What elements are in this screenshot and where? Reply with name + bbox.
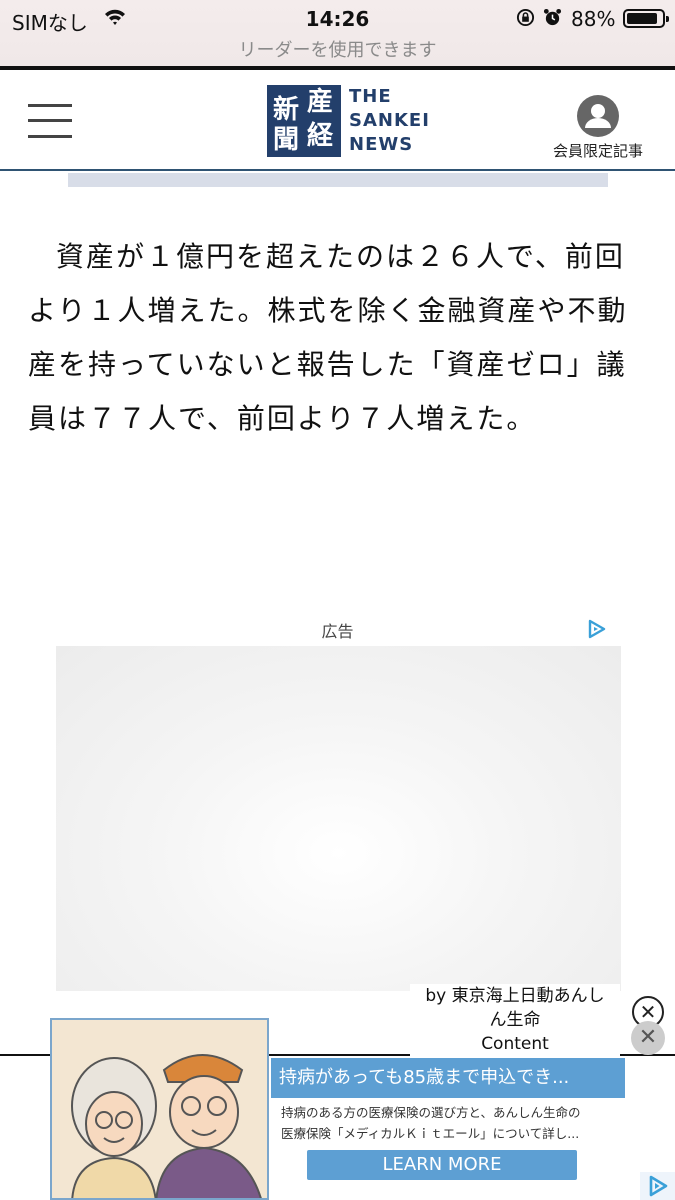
member-only-label: 会員限定記事 — [552, 142, 643, 160]
logo-kanji: 産 — [307, 87, 334, 117]
logo-wordmark: THE SANKEI NEWS — [349, 85, 430, 157]
logo-word: THE — [349, 86, 392, 107]
elderly-couple-illustration — [52, 1020, 267, 1198]
logo-mark: 産 経 新 聞 — [267, 85, 341, 157]
article-body: 資産が１億円を超えたのは２６人で、前回より１人増えた。株式を除く金融資産や不動産… — [28, 230, 648, 446]
battery-percent: 88% — [571, 7, 616, 31]
ad-label: 広告 — [321, 622, 354, 641]
orientation-lock-icon — [516, 8, 535, 27]
battery-icon — [623, 9, 669, 28]
learn-more-button[interactable]: LEARN MORE — [307, 1150, 577, 1180]
sponsor-credit: by 東京海上日動あんし ん生命 Content — [410, 984, 620, 1056]
dismiss-sticky-ad-button[interactable]: ✕ — [631, 1021, 665, 1055]
sponsor-line: by 東京海上日動あんし — [425, 986, 605, 1006]
sankei-logo[interactable]: 産 経 新 聞 THE SANKEI NEWS — [267, 85, 429, 159]
member-only-articles-button[interactable]: 会員限定記事 — [545, 94, 651, 161]
site-header: 産 経 新 聞 THE SANKEI NEWS 会員限定記事 — [0, 70, 675, 171]
ad-description-line: 持病のある方の医療保険の選び方と、あんしん生命の — [281, 1105, 581, 1120]
sponsor-line: ん生命 — [489, 1010, 541, 1030]
adchoices-icon[interactable] — [640, 1172, 675, 1200]
sponsor-line: Content — [481, 1034, 549, 1054]
ad-illustration[interactable] — [50, 1018, 269, 1200]
hamburger-menu-icon[interactable] — [28, 104, 72, 138]
article-paragraph: 資産が１億円を超えたのは２６人で、前回より１人増えた。株式を除く金融資産や不動産… — [28, 240, 628, 435]
user-icon — [577, 95, 619, 137]
adchoices-icon[interactable] — [586, 618, 608, 640]
alarm-icon — [543, 8, 562, 26]
ad-headline[interactable]: 持病があっても85歳まで申込でき... — [271, 1058, 625, 1098]
reader-available-hint[interactable]: リーダーを使用できます — [0, 36, 675, 62]
logo-kanji: 経 — [307, 121, 334, 151]
status-bar: SIMなし 14:26 88% リーダーを使用できます — [0, 0, 675, 66]
logo-kanji: 新 — [273, 95, 300, 125]
ad-description-line: 医療保険「メディカルＫｉｔエール」について詳し... — [281, 1126, 580, 1141]
logo-kanji: 聞 — [273, 125, 300, 155]
logo-word: SANKEI — [349, 110, 430, 131]
ad-slot[interactable] — [56, 646, 621, 991]
article-image — [68, 173, 608, 187]
logo-word: NEWS — [349, 134, 414, 155]
ad-description[interactable]: 持病のある方の医療保険の選び方と、あんしん生命の 医療保険「メディカルＫｉｔエー… — [281, 1102, 621, 1144]
